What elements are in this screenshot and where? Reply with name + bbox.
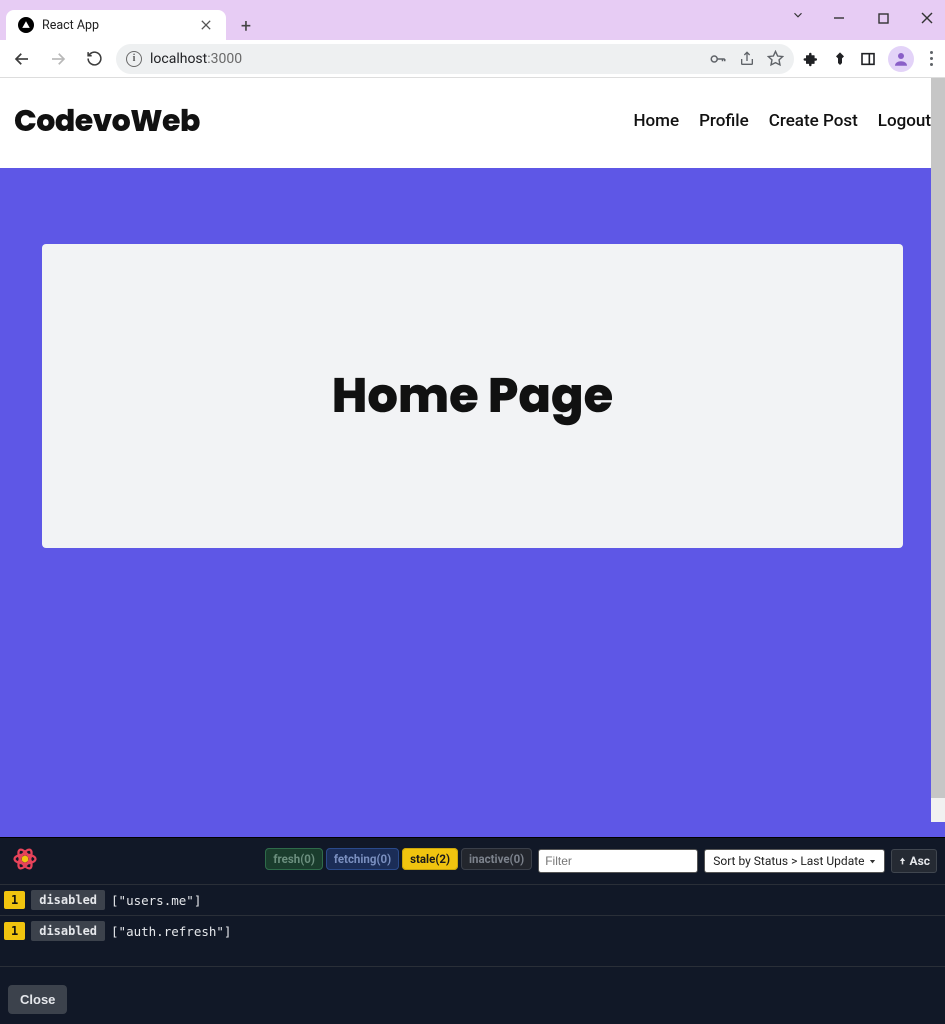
- forward-button[interactable]: [44, 45, 72, 73]
- reload-button[interactable]: [80, 45, 108, 73]
- site-info-icon[interactable]: i: [126, 51, 142, 67]
- brand-logo[interactable]: CodevoWeb: [14, 98, 200, 144]
- pill-fetching[interactable]: fetching(0): [326, 848, 399, 870]
- query-observer-count: 1: [4, 922, 25, 940]
- bookmark-star-icon[interactable]: [767, 50, 784, 67]
- nav-logout[interactable]: Logout: [878, 111, 931, 131]
- devtools-filter-input[interactable]: [538, 849, 698, 873]
- devtools-sort-direction-button[interactable]: Asc: [891, 849, 937, 873]
- pill-inactive[interactable]: inactive(0): [461, 848, 532, 870]
- window-close-button[interactable]: [915, 6, 939, 30]
- window-maximize-button[interactable]: [871, 6, 895, 30]
- pill-stale[interactable]: stale(2): [402, 848, 458, 870]
- nav-profile[interactable]: Profile: [699, 111, 749, 131]
- nav-create-post[interactable]: Create Post: [769, 111, 858, 131]
- browser-toolbar: i localhost:3000: [0, 40, 945, 78]
- app-navbar: CodevoWeb Home Profile Create Post Logou…: [0, 78, 945, 168]
- query-key: ["auth.refresh"]: [111, 924, 231, 939]
- address-bar[interactable]: i localhost:3000: [116, 44, 794, 74]
- tab-close-button[interactable]: [198, 17, 214, 33]
- extensions-icon[interactable]: [802, 50, 820, 68]
- back-button[interactable]: [8, 45, 36, 73]
- query-row[interactable]: 1 disabled ["users.me"]: [0, 884, 945, 915]
- share-icon[interactable]: [739, 51, 755, 67]
- password-key-icon[interactable]: [709, 50, 727, 68]
- asc-label: Asc: [910, 854, 930, 868]
- devtools-sort-select[interactable]: Sort by Status > Last Update: [704, 849, 884, 873]
- panel-icon[interactable]: [860, 51, 876, 67]
- tab-favicon-icon: [18, 17, 34, 33]
- devtools-close-button[interactable]: Close: [8, 985, 67, 1014]
- hero-section: Home Page: [0, 168, 945, 837]
- react-query-logo-icon[interactable]: [10, 844, 40, 874]
- nav-home[interactable]: Home: [633, 111, 679, 131]
- page-viewport: CodevoWeb Home Profile Create Post Logou…: [0, 78, 945, 1024]
- devtools-query-list: 1 disabled ["users.me"] 1 disabled ["aut…: [0, 884, 945, 946]
- react-query-devtools: fresh(0) fetching(0) stale(2) inactive(0…: [0, 837, 945, 1024]
- tab-search-button[interactable]: [791, 8, 805, 22]
- page-title: Home Page: [332, 360, 614, 432]
- query-row[interactable]: 1 disabled ["auth.refresh"]: [0, 915, 945, 946]
- vertical-scrollbar[interactable]: [931, 78, 945, 822]
- address-text: localhost:3000: [150, 51, 242, 67]
- browser-menu-button[interactable]: [926, 47, 937, 70]
- tab-title: React App: [42, 18, 190, 33]
- browser-tab-active[interactable]: React App: [6, 10, 226, 40]
- sort-label: Sort by Status > Last Update: [713, 854, 864, 868]
- window-minimize-button[interactable]: [827, 6, 851, 30]
- profile-avatar[interactable]: [888, 46, 914, 72]
- query-status-badge: disabled: [31, 890, 105, 910]
- chevron-down-icon: [868, 857, 877, 866]
- query-observer-count: 1: [4, 891, 25, 909]
- query-status-badge: disabled: [31, 921, 105, 941]
- pin-icon[interactable]: [832, 51, 848, 67]
- pill-fresh[interactable]: fresh(0): [265, 848, 322, 870]
- new-tab-button[interactable]: +: [232, 12, 260, 40]
- query-key: ["users.me"]: [111, 893, 201, 908]
- arrow-up-icon: [898, 856, 907, 866]
- nav-links: Home Profile Create Post Logout: [633, 111, 931, 131]
- scrollbar-thumb[interactable]: [931, 78, 945, 798]
- hero-card: Home Page: [42, 244, 903, 548]
- window-titlebar: [0, 0, 945, 8]
